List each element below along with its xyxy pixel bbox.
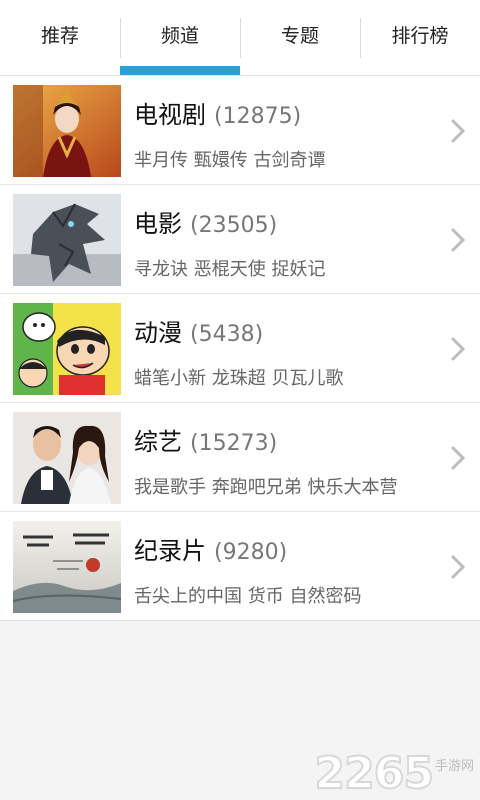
tab-bar: 推荐 频道 专题 排行榜 xyxy=(0,0,480,76)
channel-shows: 蜡笔小新 龙珠超 贝瓦儿歌 xyxy=(134,368,344,389)
channel-shows: 寻龙诀 恶棍天使 捉妖记 xyxy=(134,259,326,280)
tab-label: 排行榜 xyxy=(391,25,449,47)
channel-texts: 动漫 (5438) 蜡笔小新 龙珠超 贝瓦儿歌 xyxy=(134,318,343,390)
channel-row-tv-drama[interactable]: 电视剧 (12875) 芈月传 甄嬛传 古剑奇谭 xyxy=(0,76,480,185)
active-tab-indicator xyxy=(120,66,240,75)
channel-row-anime[interactable]: 动漫 (5438) 蜡笔小新 龙珠超 贝瓦儿歌 xyxy=(0,294,480,403)
watermark-text: 手游网 xyxy=(434,759,474,774)
channel-texts: 综艺 (15273) 我是歌手 奔跑吧兄弟 快乐大本营 xyxy=(134,427,397,499)
chevron-right-icon xyxy=(451,119,466,143)
channel-row-variety[interactable]: 综艺 (15273) 我是歌手 奔跑吧兄弟 快乐大本营 xyxy=(0,403,480,512)
channel-name: 电影 xyxy=(134,210,182,238)
anime-thumbnail xyxy=(13,303,121,395)
channel-count: (9280) xyxy=(214,540,288,565)
tab-channels[interactable]: 频道 xyxy=(120,0,240,75)
channel-shows: 我是歌手 奔跑吧兄弟 快乐大本营 xyxy=(134,477,398,498)
channel-name: 动漫 xyxy=(134,319,182,347)
tab-label: 频道 xyxy=(160,25,199,47)
watermark-logo: 2265 手游网 xyxy=(314,748,474,799)
movie-thumbnail xyxy=(13,194,121,286)
tab-topics[interactable]: 专题 xyxy=(240,0,360,75)
tab-label: 专题 xyxy=(280,25,319,47)
tab-recommend[interactable]: 推荐 xyxy=(0,0,120,75)
channel-row-movie[interactable]: 电影 (23505) 寻龙诀 恶棍天使 捉妖记 xyxy=(0,185,480,294)
chevron-right-icon xyxy=(451,337,466,361)
channel-row-documentary[interactable]: 纪录片 (9280) 舌尖上的中国 货币 自然密码 xyxy=(0,512,480,621)
tv-drama-thumbnail xyxy=(13,85,121,177)
tab-label: 推荐 xyxy=(40,25,79,47)
chevron-right-icon xyxy=(451,446,466,470)
channel-shows: 舌尖上的中国 货币 自然密码 xyxy=(134,586,362,607)
channel-name: 电视剧 xyxy=(134,101,206,129)
channel-shows: 芈月传 甄嬛传 古剑奇谭 xyxy=(134,150,326,171)
channel-name: 综艺 xyxy=(134,428,182,456)
watermark-number: 2265 xyxy=(314,748,435,799)
chevron-right-icon xyxy=(451,555,466,579)
channel-count: (23505) xyxy=(190,213,278,238)
channel-count: (12875) xyxy=(214,104,302,129)
tab-rankings[interactable]: 排行榜 xyxy=(360,0,480,75)
channel-texts: 电影 (23505) 寻龙诀 恶棍天使 捉妖记 xyxy=(134,209,325,281)
chevron-right-icon xyxy=(451,228,466,252)
channel-texts: 电视剧 (12875) 芈月传 甄嬛传 古剑奇谭 xyxy=(134,100,325,172)
variety-thumbnail xyxy=(13,412,121,504)
channel-count: (5438) xyxy=(190,322,264,347)
channel-list: 电视剧 (12875) 芈月传 甄嬛传 古剑奇谭 电影 (23505) 寻龙诀 恶棍… xyxy=(0,76,480,621)
channel-count: (15273) xyxy=(190,431,278,456)
documentary-thumbnail xyxy=(13,521,121,613)
channel-name: 纪录片 xyxy=(134,537,206,565)
channel-texts: 纪录片 (9280) 舌尖上的中国 货币 自然密码 xyxy=(134,536,361,608)
